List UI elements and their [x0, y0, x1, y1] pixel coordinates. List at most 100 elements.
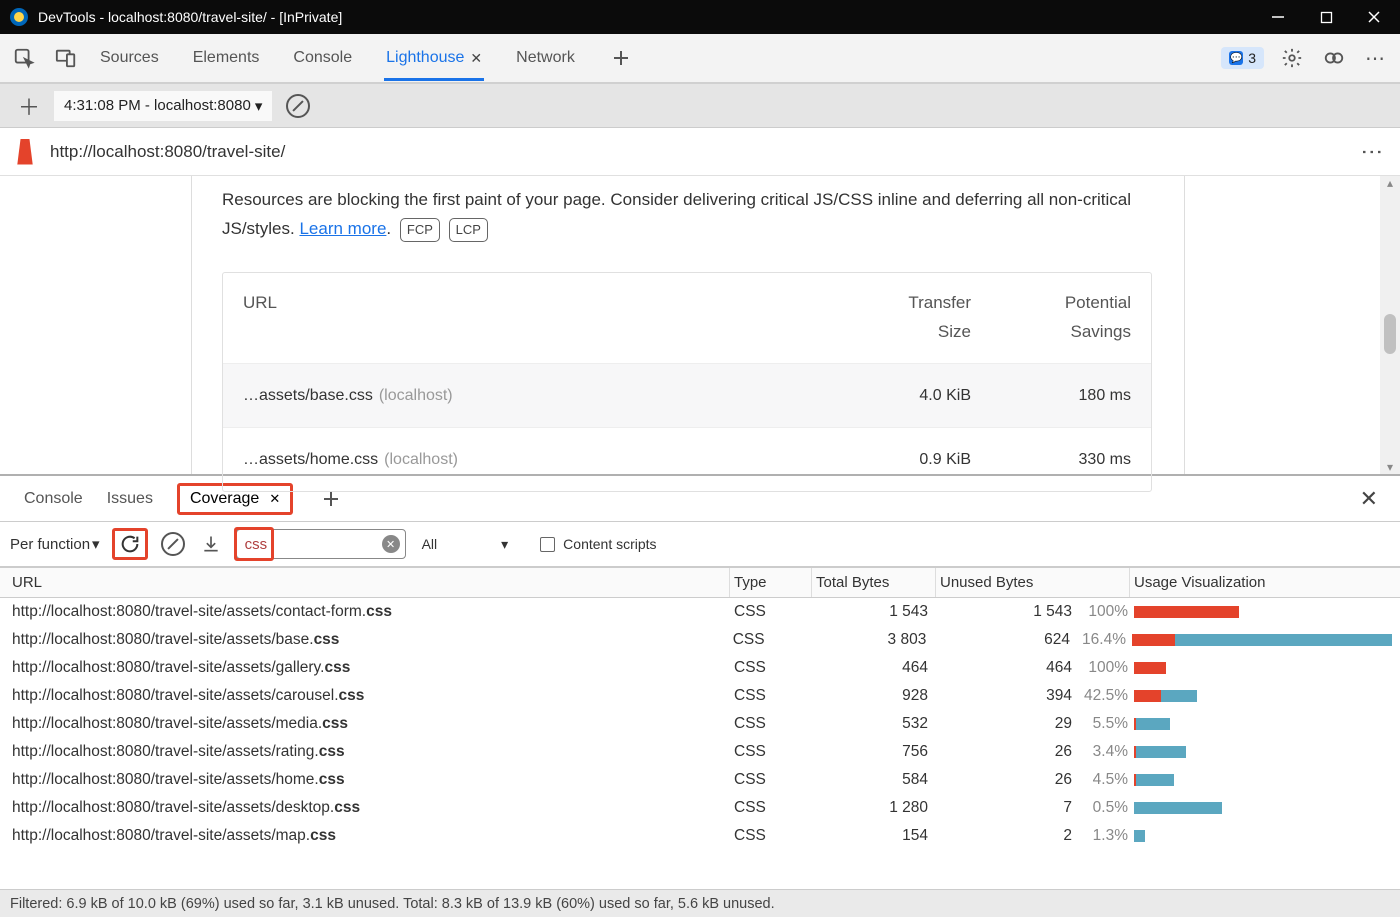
- scroll-thumb[interactable]: [1384, 314, 1396, 354]
- more-menu-icon[interactable]: ⋯: [1362, 44, 1390, 72]
- coverage-viz: [1130, 606, 1392, 618]
- audit-description: Resources are blocking the first paint o…: [222, 186, 1152, 244]
- inspect-element-icon[interactable]: [10, 44, 38, 72]
- coverage-row[interactable]: http://localhost:8080/travel-site/assets…: [0, 738, 1400, 766]
- close-tab-icon[interactable]: ✕: [269, 491, 280, 507]
- audit-resource-row[interactable]: …assets/base.css(localhost)4.0 KiB180 ms: [223, 363, 1151, 427]
- coverage-type: CSS: [730, 659, 812, 677]
- coverage-row[interactable]: http://localhost:8080/travel-site/assets…: [0, 794, 1400, 822]
- coverage-viz: [1130, 662, 1392, 674]
- type-filter-select[interactable]: All ▾: [422, 536, 509, 553]
- coverage-unused: 2: [1063, 827, 1072, 845]
- col-header-size: Transfer Size: [831, 289, 971, 347]
- coverage-unused: 624: [1044, 631, 1070, 649]
- scroll-down-icon[interactable]: ▾: [1380, 460, 1400, 474]
- coverage-url: http://localhost:8080/travel-site/assets…: [8, 659, 730, 677]
- col-header-total[interactable]: Total Bytes: [812, 568, 936, 597]
- col-header-savings: Potential Savings: [991, 289, 1131, 347]
- drawer-close-button[interactable]: ✕: [1360, 486, 1388, 512]
- coverage-total: 1 543: [812, 603, 936, 621]
- col-header-viz[interactable]: Usage Visualization: [1130, 568, 1392, 597]
- resource-savings: 330 ms: [991, 446, 1131, 473]
- devtools-tabstrip: Sources Elements Console Lighthouse✕ Network…: [0, 34, 1400, 84]
- scroll-up-icon[interactable]: ▴: [1380, 176, 1400, 190]
- customize-icon[interactable]: [1320, 44, 1348, 72]
- coverage-url: http://localhost:8080/travel-site/assets…: [8, 603, 730, 621]
- issue-count: 3: [1248, 50, 1256, 66]
- new-report-button[interactable]: ＋: [10, 86, 48, 126]
- learn-more-link[interactable]: Learn more: [299, 219, 386, 238]
- tab-elements[interactable]: Elements: [191, 37, 262, 79]
- content-scripts-checkbox[interactable]: Content scripts: [540, 536, 656, 552]
- coverage-url: http://localhost:8080/travel-site/assets…: [8, 687, 730, 705]
- clear-coverage-button[interactable]: [160, 531, 186, 557]
- clear-filter-button[interactable]: ✕: [382, 535, 400, 553]
- coverage-pct: 1.3%: [1078, 827, 1128, 845]
- report-menu-button[interactable]: ⋮: [1368, 141, 1376, 163]
- chevron-down-icon: ▾: [255, 97, 263, 115]
- col-header-type[interactable]: Type: [730, 568, 812, 597]
- clear-report-button[interactable]: [286, 94, 310, 118]
- coverage-mode-select[interactable]: Per function ▾: [10, 535, 100, 553]
- report-gutter: [0, 176, 192, 474]
- coverage-row[interactable]: http://localhost:8080/travel-site/assets…: [0, 598, 1400, 626]
- coverage-pct: 100%: [1078, 659, 1128, 677]
- coverage-type: CSS: [729, 631, 811, 649]
- reload-button[interactable]: [119, 533, 141, 555]
- tab-lighthouse[interactable]: Lighthouse✕: [384, 37, 484, 79]
- coverage-row[interactable]: http://localhost:8080/travel-site/assets…: [0, 654, 1400, 682]
- tab-network[interactable]: Network: [514, 37, 577, 79]
- coverage-row[interactable]: http://localhost:8080/travel-site/assets…: [0, 766, 1400, 794]
- export-button[interactable]: [198, 531, 224, 557]
- window-minimize-button[interactable]: [1268, 7, 1288, 27]
- coverage-viz: [1130, 830, 1392, 842]
- close-tab-icon[interactable]: ✕: [470, 50, 482, 67]
- coverage-pct: 42.5%: [1078, 687, 1128, 705]
- device-toolbar-icon[interactable]: [52, 44, 80, 72]
- coverage-row[interactable]: http://localhost:8080/travel-site/assets…: [0, 682, 1400, 710]
- audit-resource-row[interactable]: …assets/home.css(localhost)0.9 KiB330 ms: [223, 427, 1151, 491]
- coverage-row[interactable]: http://localhost:8080/travel-site/assets…: [0, 626, 1400, 654]
- window-close-button[interactable]: [1364, 7, 1384, 27]
- metric-badge-lcp: LCP: [449, 218, 488, 242]
- issues-badge[interactable]: 💬 3: [1221, 47, 1264, 69]
- coverage-type: CSS: [730, 687, 812, 705]
- tab-console[interactable]: Console: [291, 37, 354, 79]
- coverage-unused: 26: [1055, 771, 1072, 789]
- coverage-total: 928: [812, 687, 936, 705]
- coverage-toolbar: Per function ▾ ✕ All ▾ Content scripts: [0, 522, 1400, 568]
- report-selector[interactable]: 4:31:08 PM - localhost:8080 ▾: [54, 91, 272, 121]
- coverage-row[interactable]: http://localhost:8080/travel-site/assets…: [0, 822, 1400, 850]
- col-header-url[interactable]: URL: [8, 568, 730, 597]
- window-maximize-button[interactable]: [1316, 7, 1336, 27]
- coverage-row[interactable]: http://localhost:8080/travel-site/assets…: [0, 710, 1400, 738]
- coverage-viz: [1130, 690, 1392, 702]
- resource-size: 0.9 KiB: [831, 446, 971, 473]
- window-titlebar: DevTools - localhost:8080/travel-site/ -…: [0, 0, 1400, 34]
- col-header-unused[interactable]: Unused Bytes: [936, 568, 1130, 597]
- checkbox-icon: [540, 537, 555, 552]
- coverage-viz: [1128, 634, 1392, 646]
- content-scripts-label: Content scripts: [563, 536, 656, 552]
- drawer-tab-issues[interactable]: Issues: [95, 482, 165, 516]
- metric-badge-fcp: FCP: [400, 218, 440, 242]
- report-selector-label: 4:31:08 PM - localhost:8080: [64, 97, 251, 114]
- coverage-viz: [1130, 774, 1392, 786]
- coverage-total: 584: [812, 771, 936, 789]
- lighthouse-toolbar: ＋ 4:31:08 PM - localhost:8080 ▾: [0, 84, 1400, 128]
- report-scrollbar[interactable]: ▴ ▾: [1380, 176, 1400, 474]
- coverage-total: 756: [812, 743, 936, 761]
- audit-resource-table: URL Transfer Size Potential Savings …ass…: [222, 272, 1152, 492]
- more-tabs-button[interactable]: [607, 44, 635, 72]
- coverage-pct: 100%: [1078, 603, 1128, 621]
- tab-sources[interactable]: Sources: [98, 37, 161, 79]
- coverage-table-header: URL Type Total Bytes Unused Bytes Usage …: [0, 568, 1400, 598]
- url-filter-input[interactable]: [236, 529, 406, 559]
- drawer-tab-label: Coverage: [190, 490, 259, 508]
- coverage-total: 464: [812, 659, 936, 677]
- lighthouse-icon: [14, 139, 36, 165]
- settings-icon[interactable]: [1278, 44, 1306, 72]
- app-icon: [10, 8, 28, 26]
- drawer-tab-console[interactable]: Console: [12, 482, 95, 516]
- lighthouse-report: Resources are blocking the first paint o…: [0, 176, 1400, 476]
